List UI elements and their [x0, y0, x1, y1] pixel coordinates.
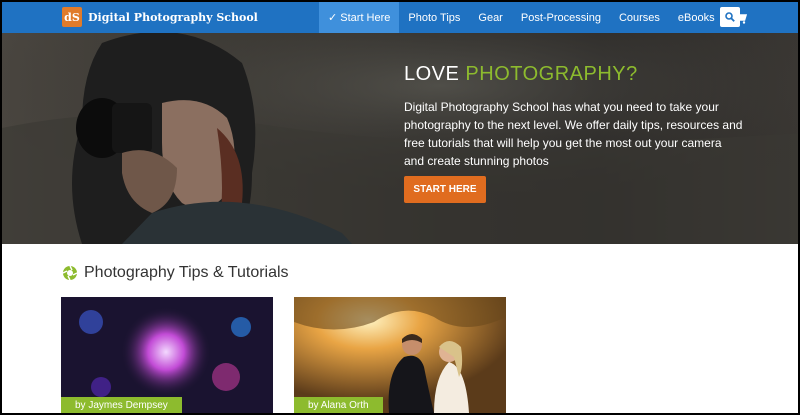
hero-description: Digital Photography School has what you …	[404, 100, 743, 168]
section-header: Photography Tips & Tutorials	[62, 264, 289, 282]
aperture-icon	[62, 265, 78, 281]
article-card[interactable]: by Alana Orth	[294, 297, 506, 413]
card-byline[interactable]: by Jaymes Dempsey	[61, 397, 182, 413]
wedding-couple-image	[294, 297, 506, 413]
top-navbar: dS Digital Photography School ✓ Start He…	[2, 2, 798, 33]
site-name: Digital Photography School	[88, 10, 258, 24]
search-icon	[725, 12, 735, 22]
start-here-button[interactable]: START HERE	[404, 176, 486, 203]
page: dS Digital Photography School ✓ Start He…	[2, 2, 798, 413]
nav-item-gear[interactable]: Gear	[469, 2, 511, 33]
main-menu: ✓ Start Here Photo Tips Gear Post-Proces…	[319, 2, 756, 33]
nav-item-photo-tips[interactable]: Photo Tips	[399, 2, 469, 33]
hero-text-block: LOVE PHOTOGRAPHY? Digital Photography Sc…	[404, 63, 764, 170]
article-card[interactable]: by Jaymes Dempsey	[61, 297, 273, 413]
nav-item-post-processing[interactable]: Post-Processing	[512, 2, 610, 33]
nav-item-start-here[interactable]: ✓ Start Here	[319, 2, 400, 33]
hero-title-plain: LOVE	[404, 63, 466, 85]
hero-banner: LOVE PHOTOGRAPHY? Digital Photography Sc…	[2, 33, 798, 244]
nav-item-courses[interactable]: Courses	[610, 2, 669, 33]
hero-title: LOVE PHOTOGRAPHY?	[404, 63, 764, 86]
site-logo[interactable]: dS Digital Photography School	[62, 7, 258, 27]
logo-mark: dS	[62, 7, 82, 27]
bokeh-lights-image	[61, 297, 273, 413]
nav-item-ebooks[interactable]: eBooks	[669, 2, 724, 33]
section-title: Photography Tips & Tutorials	[84, 264, 289, 281]
hero-title-accent: PHOTOGRAPHY?	[465, 63, 638, 85]
search-button[interactable]	[720, 7, 740, 27]
card-byline[interactable]: by Alana Orth	[294, 397, 383, 413]
